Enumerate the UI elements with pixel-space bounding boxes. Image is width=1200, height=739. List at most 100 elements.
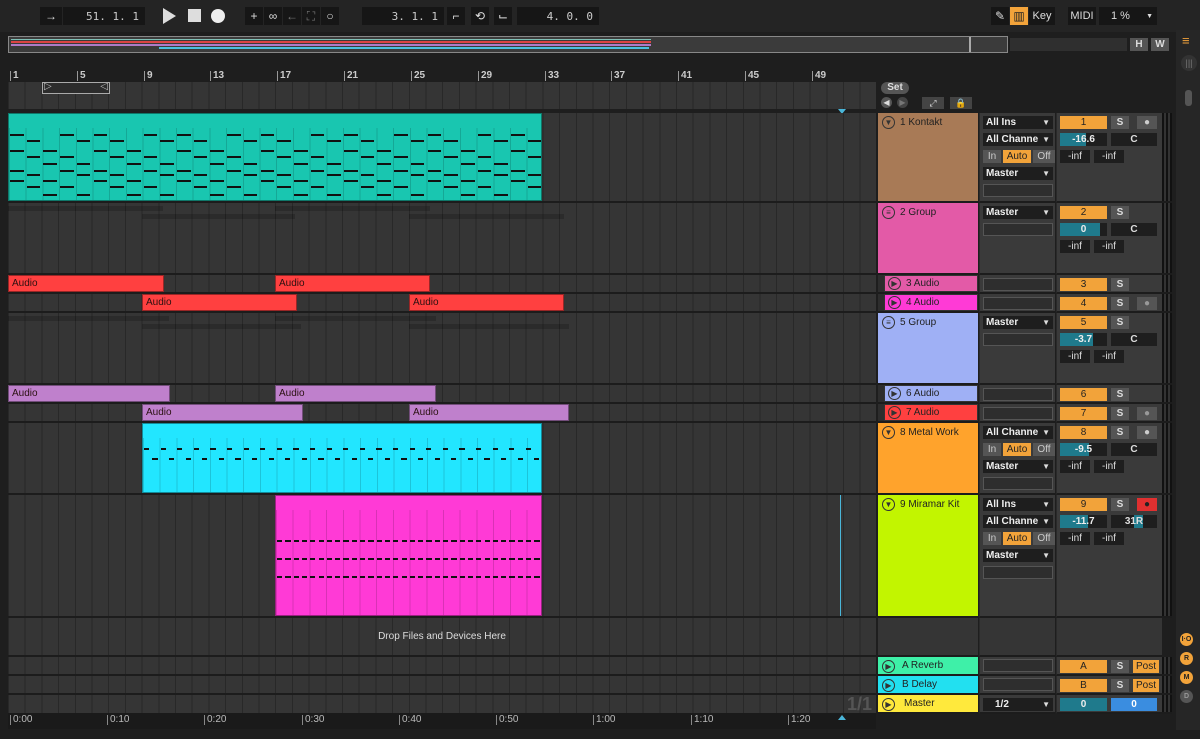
track-header[interactable]: ≡ 2 Group — [878, 203, 978, 275]
output-dropdown[interactable]: Master — [983, 316, 1053, 329]
arm-button[interactable]: ● — [1137, 116, 1157, 129]
monitor-off-button[interactable]: Off — [1033, 150, 1055, 163]
output-channel-box[interactable] — [983, 223, 1053, 236]
solo-button[interactable]: S — [1111, 297, 1129, 310]
loop-start-field[interactable]: 3. 1. 1 — [362, 7, 444, 25]
return-lane-b[interactable] — [8, 676, 876, 695]
group-fold-icon[interactable]: ≡ — [882, 316, 895, 329]
track-header[interactable]: ▼ 9 Miramar Kit — [878, 495, 978, 618]
track-name[interactable]: 5 Group — [900, 317, 936, 328]
beat-ruler[interactable]: 1 5 9 13 17 21 25 29 33 37 41 45 49 — [8, 66, 876, 82]
output-channel-box[interactable] — [983, 407, 1053, 420]
track-activator-button[interactable]: 3 — [1060, 278, 1107, 291]
output-channel-box[interactable] — [983, 388, 1053, 401]
menu-lines-icon[interactable]: ≡ — [1182, 34, 1196, 47]
track-lane-4[interactable]: Audio Audio — [8, 294, 876, 313]
loop-start-handle-icon[interactable]: ▷ — [44, 81, 52, 92]
track-header[interactable]: ▼ 8 Metal Work — [878, 423, 978, 495]
track-lane-2[interactable] — [8, 203, 876, 275]
track-activator-button[interactable]: A — [1060, 660, 1107, 673]
track-header[interactable]: ≡ 5 Group — [878, 313, 978, 385]
optimize-height-button[interactable]: H — [1130, 38, 1148, 51]
track-header[interactable]: ▼ 1 Kontakt — [878, 113, 978, 203]
volume-field[interactable]: -11.7 — [1060, 515, 1107, 528]
midi-clip[interactable] — [8, 113, 542, 201]
track-name[interactable]: 6 Audio — [906, 388, 939, 399]
track-name[interactable]: Master — [904, 698, 935, 709]
play-icon[interactable]: ▶ — [888, 387, 901, 400]
punch-in-icon[interactable]: ⌐ — [447, 7, 465, 25]
loop-strip[interactable] — [8, 82, 876, 109]
master-track-header[interactable]: ▶ Master — [878, 695, 978, 714]
monitor-off-button[interactable]: Off — [1033, 532, 1055, 545]
master-output-dropdown[interactable]: 1/2 — [983, 698, 1053, 711]
circle-icon[interactable]: ○ — [321, 7, 339, 25]
volume-field[interactable]: 0 — [1060, 223, 1107, 236]
play-icon[interactable]: ▶ — [888, 277, 901, 290]
time-ruler[interactable]: 0:00 0:10 0:20 0:30 0:40 0:50 1:00 1:10 … — [8, 713, 876, 729]
track-name[interactable]: 2 Group — [900, 207, 936, 218]
track-name[interactable]: 7 Audio — [906, 407, 939, 418]
arrangement-view[interactable]: Audio Audio Audio Audio Audio Audio Audi… — [8, 113, 876, 713]
solo-button[interactable]: S — [1111, 407, 1129, 420]
punch-out-icon[interactable]: ⌙ — [494, 7, 512, 25]
capture-icon[interactable]: ⛶ — [302, 7, 320, 25]
arm-button[interactable]: ● — [1137, 297, 1157, 310]
track-name[interactable]: 9 Miramar Kit — [900, 499, 959, 510]
record-icon[interactable] — [211, 9, 225, 23]
track-name[interactable]: 8 Metal Work — [900, 427, 959, 438]
output-dropdown[interactable]: Master — [983, 167, 1053, 180]
arrow-left-icon[interactable]: ← — [283, 7, 301, 25]
input-channel-dropdown[interactable]: All Channe — [983, 133, 1053, 146]
volume-field[interactable]: -16.6 — [1060, 133, 1107, 146]
track-lane-5[interactable] — [8, 313, 876, 385]
drop-area[interactable]: Drop Files and Devices Here — [8, 618, 876, 657]
solo-button[interactable]: S — [1111, 660, 1129, 673]
monitor-in-button[interactable]: In — [983, 443, 1001, 456]
audio-clip[interactable]: Audio — [409, 294, 564, 311]
solo-button[interactable]: S — [1111, 426, 1129, 439]
pan-field[interactable]: C — [1111, 333, 1157, 346]
io-toggle-button[interactable]: I·O — [1180, 633, 1193, 646]
loop-length-field[interactable]: 4. 0. 0 — [517, 7, 599, 25]
audio-clip[interactable]: Audio — [8, 275, 164, 292]
output-channel-box[interactable] — [983, 278, 1053, 291]
output-channel-box[interactable] — [983, 297, 1053, 310]
set-locator-button[interactable]: Set — [881, 82, 909, 94]
return-track-header[interactable]: ▶ B Delay — [878, 676, 978, 695]
track-name[interactable]: B Delay — [902, 679, 937, 690]
arm-button[interactable]: ● — [1137, 407, 1157, 420]
volume-field[interactable]: -9.5 — [1060, 443, 1107, 456]
output-channel-box[interactable] — [983, 333, 1053, 346]
track-activator-button[interactable]: 2 — [1060, 206, 1107, 219]
volume-field[interactable]: -3.7 — [1060, 333, 1107, 346]
pan-field[interactable]: 31R — [1111, 515, 1157, 528]
cue-volume-field[interactable]: 0 — [1111, 698, 1157, 711]
solo-button[interactable]: S — [1111, 388, 1129, 401]
track-activator-button[interactable]: 8 — [1060, 426, 1107, 439]
returns-toggle-button[interactable]: R — [1180, 652, 1193, 665]
audio-clip[interactable]: Audio — [409, 404, 569, 421]
pre-post-button[interactable]: Post — [1133, 660, 1159, 673]
pan-field[interactable]: C — [1111, 223, 1157, 236]
pan-field[interactable]: C — [1111, 443, 1157, 456]
midi-map-button[interactable]: MIDI — [1068, 7, 1096, 25]
track-lane-3[interactable]: Audio Audio — [8, 275, 876, 294]
monitor-auto-button[interactable]: Auto — [1003, 150, 1031, 163]
delay-toggle-button[interactable]: D — [1180, 690, 1193, 703]
track-header[interactable]: ▶ 3 Audio — [878, 275, 978, 294]
output-dropdown[interactable]: Master — [983, 460, 1053, 473]
return-track-header[interactable]: ▶ A Reverb — [878, 657, 978, 676]
play-icon[interactable]: ▶ — [888, 406, 901, 419]
arrangement-position-field[interactable]: 51. 1. 1 — [63, 7, 145, 25]
output-channel-box[interactable] — [983, 566, 1053, 579]
optimize-width-button[interactable]: W — [1151, 38, 1169, 51]
solo-button[interactable]: S — [1111, 116, 1129, 129]
link-icon[interactable]: ∞ — [264, 7, 282, 25]
play-icon[interactable]: ▶ — [882, 679, 895, 692]
loop-end-handle-icon[interactable]: ◁ — [100, 81, 108, 92]
track-lane-1[interactable] — [8, 113, 876, 203]
track-activator-button[interactable]: 9 — [1060, 498, 1107, 511]
solo-button[interactable]: S — [1111, 278, 1129, 291]
fold-icon[interactable]: ▼ — [882, 426, 895, 439]
